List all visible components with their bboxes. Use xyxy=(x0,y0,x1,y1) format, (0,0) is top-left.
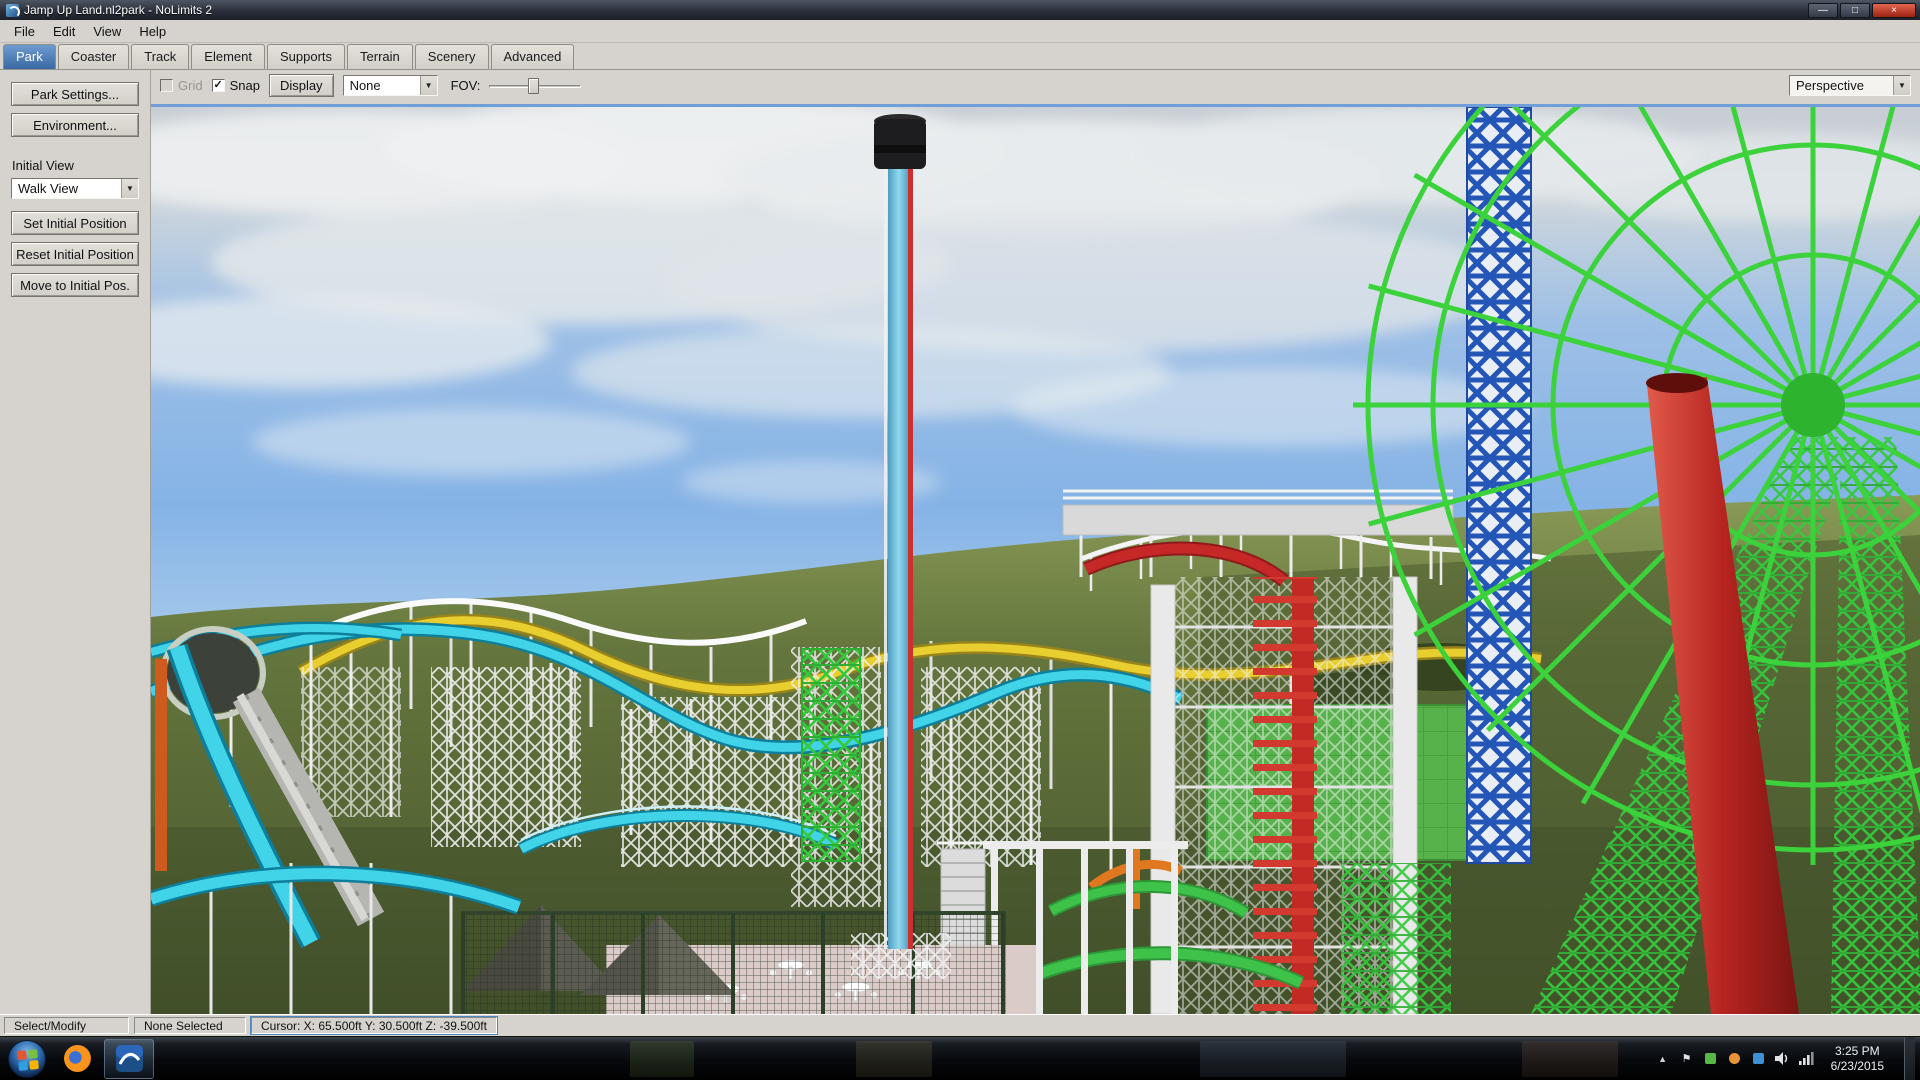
taskbar-reflection xyxy=(1522,1041,1618,1077)
tab-element[interactable]: Element xyxy=(191,44,265,69)
clock-date: 6/23/2015 xyxy=(1831,1059,1884,1074)
menu-file[interactable]: File xyxy=(6,22,43,41)
taskbar-reflection xyxy=(1200,1041,1346,1077)
tab-scenery[interactable]: Scenery xyxy=(415,44,489,69)
taskbar-clock[interactable]: 3:25 PM 6/23/2015 xyxy=(1823,1044,1892,1074)
windows-logo-icon xyxy=(17,1049,39,1071)
viewport-toolbar: Grid ✓ Snap Display None ▼ FOV: Perspect xyxy=(151,70,1920,107)
set-initial-position-button[interactable]: Set Initial Position xyxy=(11,211,139,235)
hidden-icons-arrow[interactable]: ▲ xyxy=(1655,1051,1671,1067)
taskbar-reflection xyxy=(630,1041,694,1077)
viewport-3d[interactable] xyxy=(151,107,1920,1014)
minimize-button[interactable]: — xyxy=(1808,3,1838,18)
grid-checkbox-label: Grid xyxy=(178,78,203,93)
tab-park[interactable]: Park xyxy=(3,44,56,69)
display-mode-value: None xyxy=(344,76,420,95)
window-title: Jamp Up Land.nl2park - NoLimits 2 xyxy=(24,3,212,17)
display-mode-dropdown[interactable]: None ▼ xyxy=(343,75,438,96)
taskbar-reflection xyxy=(856,1041,932,1077)
window-body: Park Settings... Environment... Initial … xyxy=(0,70,1920,1014)
status-selection: None Selected xyxy=(134,1017,246,1034)
updates-tray-icon[interactable] xyxy=(1729,1053,1740,1064)
nolimits2-window: Jamp Up Land.nl2park - NoLimits 2 — □ × … xyxy=(0,0,1920,1080)
reset-initial-position-button[interactable]: Reset Initial Position xyxy=(11,242,139,266)
move-to-initial-pos-button[interactable]: Move to Initial Pos. xyxy=(11,273,139,297)
status-bar: Select/Modify None Selected Cursor: X: 6… xyxy=(0,1014,1920,1036)
menu-view[interactable]: View xyxy=(85,22,129,41)
app-icon xyxy=(6,4,19,17)
grid-checkbox-box[interactable] xyxy=(160,79,173,92)
tab-terrain[interactable]: Terrain xyxy=(347,44,413,69)
fov-slider[interactable] xyxy=(489,77,581,95)
green-lattice-tower xyxy=(802,649,860,861)
tab-supports[interactable]: Supports xyxy=(267,44,345,69)
chevron-down-icon[interactable]: ▼ xyxy=(420,76,437,95)
status-mode: Select/Modify xyxy=(4,1017,129,1034)
display-button[interactable]: Display xyxy=(269,74,334,97)
nolimits-icon xyxy=(116,1045,143,1072)
projection-dropdown[interactable]: Perspective ▼ xyxy=(1789,75,1911,96)
environment-button[interactable]: Environment... xyxy=(11,113,139,137)
snap-checkbox-label: Snap xyxy=(230,78,260,93)
tab-coaster[interactable]: Coaster xyxy=(58,44,130,69)
volume-icon[interactable] xyxy=(1775,1051,1791,1067)
window-titlebar[interactable]: Jamp Up Land.nl2park - NoLimits 2 — □ × xyxy=(0,0,1920,20)
taskbar-firefox-button[interactable] xyxy=(52,1039,102,1079)
fov-label: FOV: xyxy=(451,78,481,93)
initial-view-value: Walk View xyxy=(12,179,121,198)
system-tray: ▲ ⚑ 3:25 PM 6/23/2015 xyxy=(1655,1037,1917,1080)
status-cursor-coordinates: Cursor: X: 65.500ft Y: 30.500ft Z: -39.5… xyxy=(251,1017,497,1034)
menu-bar: File Edit View Help xyxy=(0,20,1920,43)
park-scene xyxy=(151,107,1920,1014)
show-desktop-button[interactable] xyxy=(1904,1037,1915,1080)
start-button[interactable] xyxy=(8,1040,46,1078)
clock-time: 3:25 PM xyxy=(1831,1044,1884,1059)
chevron-down-icon[interactable]: ▼ xyxy=(121,179,138,198)
tab-track[interactable]: Track xyxy=(131,44,189,69)
taskbar-nolimits-button[interactable] xyxy=(104,1039,154,1079)
left-panel: Park Settings... Environment... Initial … xyxy=(0,70,151,1014)
action-center-flag-icon[interactable]: ⚑ xyxy=(1679,1051,1695,1067)
grid-checkbox[interactable]: Grid xyxy=(160,78,203,93)
bluetooth-tray-icon[interactable] xyxy=(1753,1053,1764,1064)
snap-checkbox-box[interactable]: ✓ xyxy=(212,79,225,92)
maximize-button[interactable]: □ xyxy=(1840,3,1870,18)
snap-checkbox[interactable]: ✓ Snap xyxy=(212,78,260,93)
network-icon[interactable] xyxy=(1799,1051,1815,1067)
antivirus-tray-icon[interactable] xyxy=(1705,1053,1716,1064)
window-controls: — □ × xyxy=(1808,3,1916,18)
menu-help[interactable]: Help xyxy=(131,22,174,41)
windows-taskbar: ▲ ⚑ 3:25 PM 6/23/2015 xyxy=(0,1036,1920,1080)
firefox-icon xyxy=(64,1045,91,1072)
initial-view-dropdown[interactable]: Walk View ▼ xyxy=(11,178,139,199)
close-button[interactable]: × xyxy=(1872,3,1916,18)
initial-view-label: Initial View xyxy=(12,158,139,173)
projection-value: Perspective xyxy=(1790,76,1893,95)
editor-main: Grid ✓ Snap Display None ▼ FOV: Perspect xyxy=(151,70,1920,1014)
tab-advanced[interactable]: Advanced xyxy=(491,44,575,69)
park-settings-button[interactable]: Park Settings... xyxy=(11,82,139,106)
tab-bar: Park Coaster Track Element Supports Terr… xyxy=(0,43,1920,70)
fov-slider-thumb[interactable] xyxy=(528,78,539,94)
menu-edit[interactable]: Edit xyxy=(45,22,83,41)
chevron-down-icon[interactable]: ▼ xyxy=(1893,76,1910,95)
